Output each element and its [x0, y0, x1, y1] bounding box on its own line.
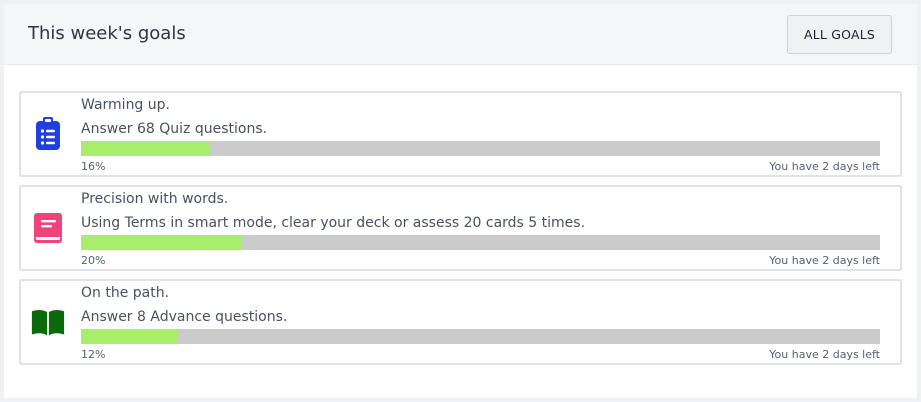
goal-description: Answer 8 Advance questions. — [81, 309, 288, 325]
weekly-goals-panel: This week's goals ALL GOALS Warming up. … — [4, 4, 917, 398]
goal-card[interactable]: Precision with words. Using Terms in sma… — [19, 185, 902, 271]
all-goals-button[interactable]: ALL GOALS — [787, 15, 892, 54]
goal-progress-fill — [81, 141, 209, 156]
goal-description: Answer 68 Quiz questions. — [81, 121, 268, 137]
goal-title: Precision with words. — [81, 191, 229, 207]
goal-progress-bar — [81, 141, 880, 156]
goal-percent: 20% — [81, 254, 106, 267]
goal-deadline: You have 2 days left — [769, 348, 880, 361]
goal-title: On the path. — [81, 285, 170, 301]
goal-description: Using Terms in smart mode, clear your de… — [81, 215, 586, 231]
goal-percent: 12% — [81, 348, 106, 361]
goal-title: Warming up. — [81, 97, 170, 113]
goal-progress-bar — [81, 235, 880, 250]
goal-deadline: You have 2 days left — [769, 254, 880, 267]
goal-progress-bar — [81, 329, 880, 344]
goal-percent: 16% — [81, 160, 106, 173]
panel-header: This week's goals ALL GOALS — [4, 4, 917, 65]
goal-card[interactable]: On the path. Answer 8 Advance questions.… — [19, 279, 902, 365]
goal-progress-fill — [81, 235, 241, 250]
clipboard-list-icon — [31, 115, 65, 153]
book-icon — [31, 209, 65, 247]
page-title: This week's goals — [28, 23, 186, 44]
goal-progress-fill — [81, 329, 177, 344]
goal-card[interactable]: Warming up. Answer 68 Quiz questions. 16… — [19, 91, 902, 177]
open-book-icon — [31, 303, 65, 341]
goal-deadline: You have 2 days left — [769, 160, 880, 173]
